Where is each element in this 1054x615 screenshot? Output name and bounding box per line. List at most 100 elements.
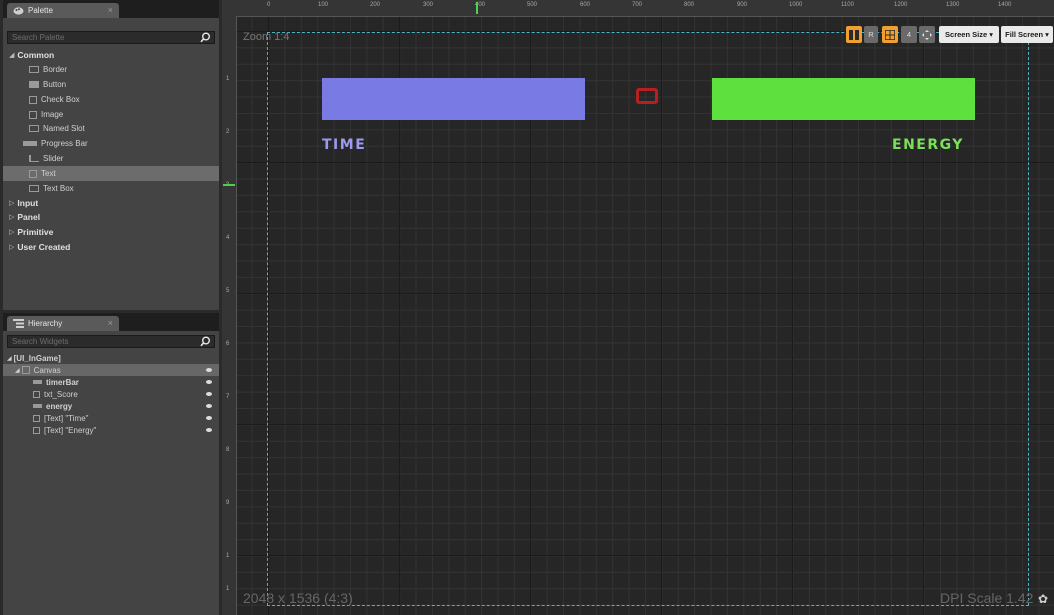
ruler-tick-label: 700 xyxy=(632,2,643,8)
hierarchy-tabbar: Hierarchy × xyxy=(3,313,219,331)
gear-icon[interactable]: ✿ xyxy=(1038,592,1048,606)
ruler-tick-label: 200 xyxy=(370,2,381,8)
close-icon[interactable]: × xyxy=(108,5,113,15)
progress-bar-icon xyxy=(33,380,42,384)
search-icon[interactable] xyxy=(200,336,211,347)
ruler-tick-label: 1 xyxy=(226,553,230,559)
border-icon xyxy=(29,66,39,73)
visibility-eye-icon[interactable] xyxy=(206,416,212,420)
palette-item-text[interactable]: Text xyxy=(3,166,219,181)
expand-arrow-icon: ◢ xyxy=(9,52,15,59)
ruler-tick-label: 1 xyxy=(226,586,230,592)
category-common[interactable]: ◢ Common xyxy=(3,48,219,62)
category-label: Panel xyxy=(17,212,41,222)
move-icon xyxy=(922,29,932,40)
tree-row-energy[interactable]: energy xyxy=(3,400,219,412)
time-text-widget[interactable]: TIME xyxy=(322,137,366,153)
palette-item-button[interactable]: Button xyxy=(3,77,219,92)
ruler-tick-label: 1200 xyxy=(894,2,908,8)
palette-search-input[interactable]: Search Palette xyxy=(7,31,215,44)
category-label: Input xyxy=(17,198,39,208)
progress-bar-icon xyxy=(33,404,42,408)
hierarchy-panel: Hierarchy × Search Widgets ◢ [UI_InGame] … xyxy=(3,313,219,615)
grid-snap-button[interactable] xyxy=(882,26,898,43)
category-panel[interactable]: ▷ Panel xyxy=(3,210,219,224)
category-label: Primitive xyxy=(17,227,54,237)
palette-item-textbox[interactable]: Text Box xyxy=(3,181,219,196)
layout-icon xyxy=(849,29,859,40)
tree-row-text-energy[interactable]: [Text] "Energy" xyxy=(3,424,219,436)
tree-row-txt-score[interactable]: txt_Score xyxy=(3,388,219,400)
ruler-tick-label: 1 xyxy=(226,76,230,82)
search-icon[interactable] xyxy=(200,32,211,43)
snap-value-button[interactable]: 4 xyxy=(901,26,917,43)
dpi-scale-label: DPI Scale 1.42 xyxy=(940,590,1034,606)
layout-mode-button[interactable] xyxy=(846,26,862,43)
image-icon xyxy=(29,110,37,119)
energy-text-widget[interactable]: ENERGY xyxy=(892,137,964,153)
visibility-eye-icon[interactable] xyxy=(206,404,212,408)
tree-row-text-time[interactable]: [Text] "Time" xyxy=(3,412,219,424)
hierarchy-tab[interactable]: Hierarchy × xyxy=(7,316,119,331)
category-input[interactable]: ▷ Input xyxy=(3,196,219,210)
screen-size-dropdown[interactable]: Screen Size ▾ xyxy=(939,26,999,43)
palette-tab[interactable]: Palette × xyxy=(7,3,119,18)
palette-item-named-slot[interactable]: Named Slot xyxy=(3,121,219,136)
tree-row-root[interactable]: ◢ [UI_InGame] xyxy=(3,352,219,364)
canvas-icon xyxy=(21,366,30,374)
category-user-created[interactable]: ▷ User Created xyxy=(3,240,219,254)
close-icon[interactable]: × xyxy=(108,318,113,328)
palette-item-border[interactable]: Border xyxy=(3,62,219,77)
energy-bar-widget[interactable] xyxy=(712,78,975,120)
ruler-tick-label: 7 xyxy=(226,394,230,400)
fill-screen-dropdown[interactable]: Fill Screen ▾ xyxy=(1001,26,1053,43)
ruler-marker xyxy=(223,184,235,186)
ruler-tick-label: 4 xyxy=(226,235,230,241)
grid-icon xyxy=(885,29,895,40)
palette-icon xyxy=(13,7,24,15)
hierarchy-search-placeholder: Search Widgets xyxy=(12,337,69,346)
score-widget[interactable] xyxy=(636,88,658,104)
ruler-tick-label: 1300 xyxy=(946,2,960,8)
palette-tab-label: Palette xyxy=(28,6,53,15)
palette-item-checkbox[interactable]: Check Box xyxy=(3,92,219,107)
timer-bar-widget[interactable] xyxy=(322,78,585,120)
tree-row-canvas[interactable]: ◢ Canvas xyxy=(3,364,219,376)
tree-row-label: Canvas xyxy=(33,365,61,375)
progress-bar-icon xyxy=(23,141,37,146)
collapse-arrow-icon: ▷ xyxy=(9,200,15,207)
visibility-eye-icon[interactable] xyxy=(206,380,212,384)
palette-item-slider[interactable]: Slider xyxy=(3,151,219,166)
palette-item-label: Text xyxy=(41,169,56,178)
category-label: Common xyxy=(17,50,55,60)
visibility-eye-icon[interactable] xyxy=(206,392,212,396)
category-primitive[interactable]: ▷ Primitive xyxy=(3,225,219,239)
tree-row-timerbar[interactable]: timerBar xyxy=(3,376,219,388)
hierarchy-search-input[interactable]: Search Widgets xyxy=(7,335,215,348)
move-button[interactable] xyxy=(919,26,935,43)
named-slot-icon xyxy=(29,125,39,132)
visibility-eye-icon[interactable] xyxy=(206,368,212,372)
r-button[interactable]: R xyxy=(864,26,878,43)
palette-search-placeholder: Search Palette xyxy=(12,33,65,42)
visibility-eye-icon[interactable] xyxy=(206,428,212,432)
tree-row-label: timerBar xyxy=(46,377,79,387)
button-icon xyxy=(29,81,39,88)
palette-item-label: Text Box xyxy=(43,184,74,193)
ruler-tick-label: 2 xyxy=(226,129,230,135)
palette-item-label: Button xyxy=(43,80,67,89)
collapse-arrow-icon: ▷ xyxy=(9,229,15,236)
palette-item-label: Border xyxy=(43,65,68,74)
ruler-tick-label: 1400 xyxy=(998,2,1012,8)
palette-item-image[interactable]: Image xyxy=(3,107,219,122)
ruler-tick-label: 500 xyxy=(527,2,538,8)
palette-item-label: Named Slot xyxy=(43,124,85,133)
ruler-tick-label: 5 xyxy=(226,288,230,294)
ruler-tick-label: 600 xyxy=(580,2,591,8)
expand-arrow-icon: ◢ xyxy=(7,355,12,362)
tree-row-label: energy xyxy=(46,401,73,411)
palette-item-progress-bar[interactable]: Progress Bar xyxy=(3,136,219,151)
resolution-label: 2048 x 1536 (4:3) xyxy=(243,590,353,606)
slider-icon xyxy=(29,155,39,162)
ruler-marker xyxy=(476,2,478,14)
